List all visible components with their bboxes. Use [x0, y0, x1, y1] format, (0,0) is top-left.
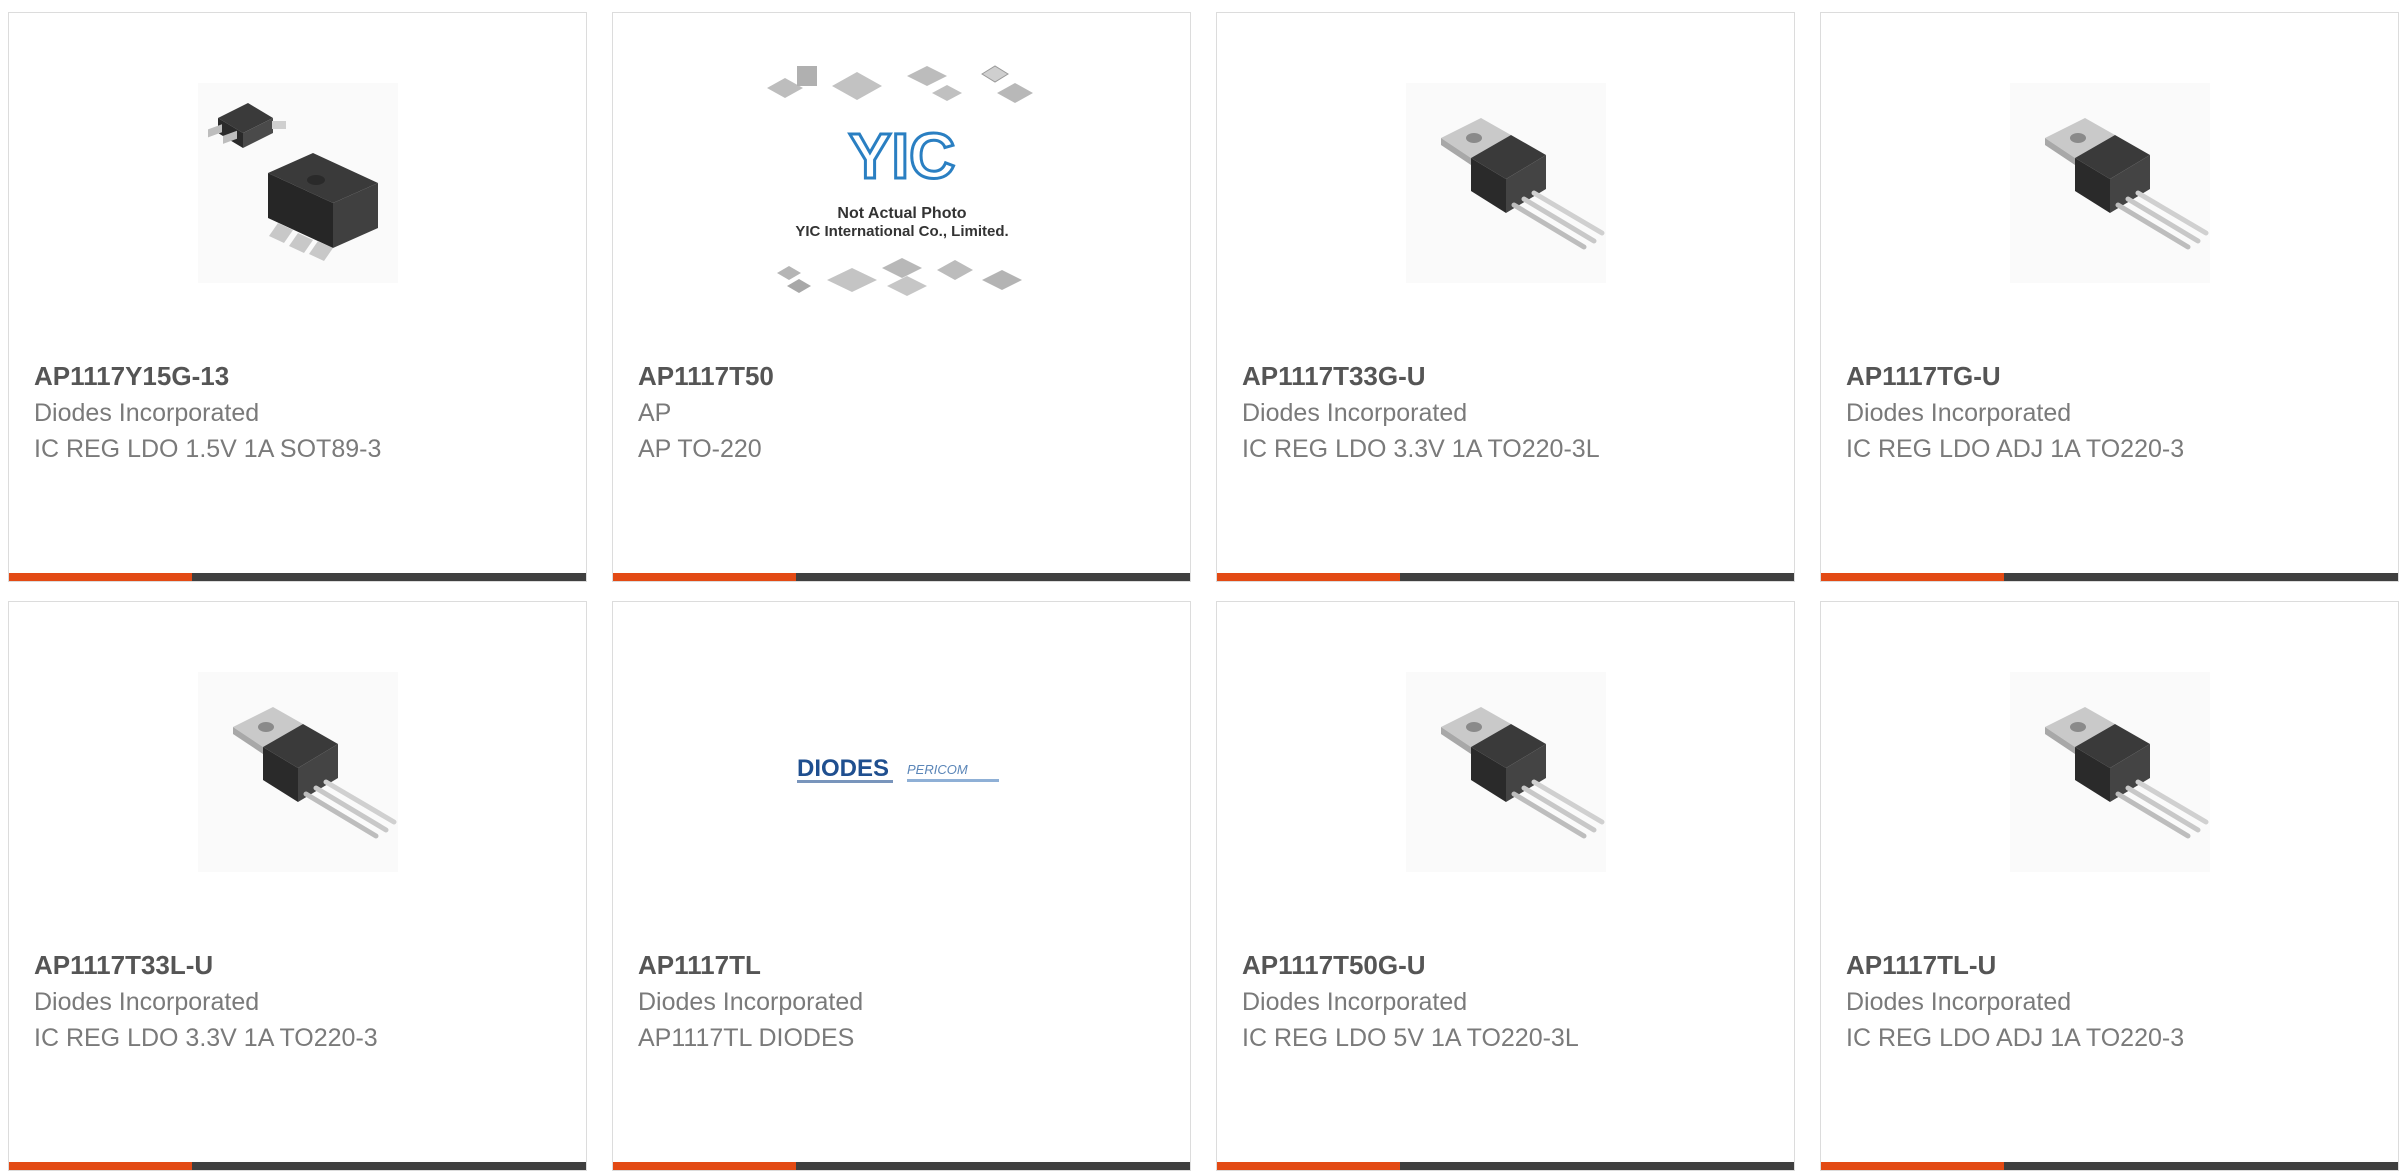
part-number-link[interactable]: AP1117T33L-U: [34, 946, 566, 984]
product-card[interactable]: AP1117T33L-U Diodes Incorporated IC REG …: [8, 601, 587, 1171]
product-card[interactable]: AP1117T50G-U Diodes Incorporated IC REG …: [1216, 601, 1795, 1171]
diodes-pericom-logo-icon: DIODES PERICOM: [796, 755, 999, 783]
to220-package-icon: [2010, 83, 2210, 283]
product-info: AP1117TL Diodes Incorporated AP1117TL DI…: [638, 946, 1170, 1056]
svg-text:PERICOM: PERICOM: [907, 762, 968, 777]
product-grid: AP1117Y15G-13 Diodes Incorporated IC REG…: [8, 12, 2399, 1171]
svg-text:YIC International Co., Limited: YIC International Co., Limited.: [795, 223, 1008, 240]
card-bottom-bar: [1217, 1162, 1794, 1170]
card-bottom-bar: [1821, 573, 2398, 581]
card-bottom-bar: [613, 573, 1190, 581]
manufacturer: Diodes Incorporated: [1846, 988, 2072, 1016]
card-accent-bar: [1821, 573, 2004, 581]
part-number-link[interactable]: AP1117TL-U: [1846, 946, 2378, 984]
description: AP1117TL DIODES: [638, 1024, 855, 1052]
product-card[interactable]: DIODES PERICOM AP1117TL Diodes Incorpora…: [612, 601, 1191, 1171]
part-number-link[interactable]: AP1117T50: [638, 357, 1170, 395]
card-accent-bar: [613, 573, 796, 581]
svg-text:Not Actual Photo: Not Actual Photo: [837, 205, 966, 222]
sot89-package-icon: [198, 83, 398, 283]
to220-package-icon: [2010, 672, 2210, 872]
manufacturer: Diodes Incorporated: [34, 988, 260, 1016]
to220-package-icon: [1406, 672, 1606, 872]
to220-package-icon: [198, 672, 398, 872]
part-number-link[interactable]: AP1117T50G-U: [1242, 946, 1774, 984]
card-accent-bar: [1821, 1162, 2004, 1170]
product-image[interactable]: [1217, 13, 1794, 353]
description: AP TO-220: [638, 435, 762, 463]
product-info: AP1117T33L-U Diodes Incorporated IC REG …: [34, 946, 566, 1056]
product-image[interactable]: [1821, 13, 2398, 353]
description: IC REG LDO 1.5V 1A SOT89-3: [34, 435, 382, 463]
svg-text:YIC: YIC: [848, 120, 955, 192]
description: IC REG LDO ADJ 1A TO220-3: [1846, 1024, 2185, 1052]
card-bottom-bar: [9, 1162, 586, 1170]
manufacturer: Diodes Incorporated: [1846, 399, 2072, 427]
card-accent-bar: [9, 573, 192, 581]
card-bottom-bar: [9, 573, 586, 581]
part-number-link[interactable]: AP1117TG-U: [1846, 357, 2378, 395]
product-image[interactable]: [1217, 602, 1794, 942]
to220-package-icon: [1406, 83, 1606, 283]
product-info: AP1117T33G-U Diodes Incorporated IC REG …: [1242, 357, 1774, 467]
product-image[interactable]: [9, 602, 586, 942]
part-number-link[interactable]: AP1117Y15G-13: [34, 357, 566, 395]
product-info: AP1117T50 AP AP TO-220: [638, 357, 1170, 467]
description: IC REG LDO 5V 1A TO220-3L: [1242, 1024, 1579, 1052]
manufacturer: Diodes Incorporated: [1242, 988, 1468, 1016]
product-card[interactable]: AP1117T33G-U Diodes Incorporated IC REG …: [1216, 12, 1795, 582]
product-image[interactable]: DIODES PERICOM: [613, 602, 1190, 942]
card-accent-bar: [9, 1162, 192, 1170]
part-number-link[interactable]: AP1117T33G-U: [1242, 357, 1774, 395]
card-bottom-bar: [1217, 573, 1794, 581]
manufacturer: Diodes Incorporated: [638, 988, 864, 1016]
manufacturer: Diodes Incorporated: [1242, 399, 1468, 427]
product-card[interactable]: AP1117Y15G-13 Diodes Incorporated IC REG…: [8, 12, 587, 582]
product-info: AP1117TG-U Diodes Incorporated IC REG LD…: [1846, 357, 2378, 467]
product-image[interactable]: [9, 13, 586, 353]
card-bottom-bar: [1821, 1162, 2398, 1170]
card-accent-bar: [613, 1162, 796, 1170]
part-number-link[interactable]: AP1117TL: [638, 946, 1170, 984]
product-image[interactable]: YIC Not Actual Photo YIC International C…: [613, 13, 1190, 353]
product-card[interactable]: AP1117TL-U Diodes Incorporated IC REG LD…: [1820, 601, 2399, 1171]
manufacturer: Diodes Incorporated: [34, 399, 260, 427]
card-accent-bar: [1217, 573, 1400, 581]
description: IC REG LDO 3.3V 1A TO220-3L: [1242, 435, 1600, 463]
product-info: AP1117T50G-U Diodes Incorporated IC REG …: [1242, 946, 1774, 1056]
description: IC REG LDO 3.3V 1A TO220-3: [34, 1024, 378, 1052]
not-actual-photo-icon: YIC Not Actual Photo YIC International C…: [766, 65, 1033, 296]
card-accent-bar: [1217, 1162, 1400, 1170]
manufacturer: AP: [638, 399, 672, 427]
product-info: AP1117Y15G-13 Diodes Incorporated IC REG…: [34, 357, 566, 467]
product-card[interactable]: YIC Not Actual Photo YIC International C…: [612, 12, 1191, 582]
description: IC REG LDO ADJ 1A TO220-3: [1846, 435, 2185, 463]
product-image[interactable]: [1821, 602, 2398, 942]
product-card[interactable]: AP1117TG-U Diodes Incorporated IC REG LD…: [1820, 12, 2399, 582]
product-info: AP1117TL-U Diodes Incorporated IC REG LD…: [1846, 946, 2378, 1056]
card-bottom-bar: [613, 1162, 1190, 1170]
svg-text:DIODES: DIODES: [797, 755, 889, 782]
